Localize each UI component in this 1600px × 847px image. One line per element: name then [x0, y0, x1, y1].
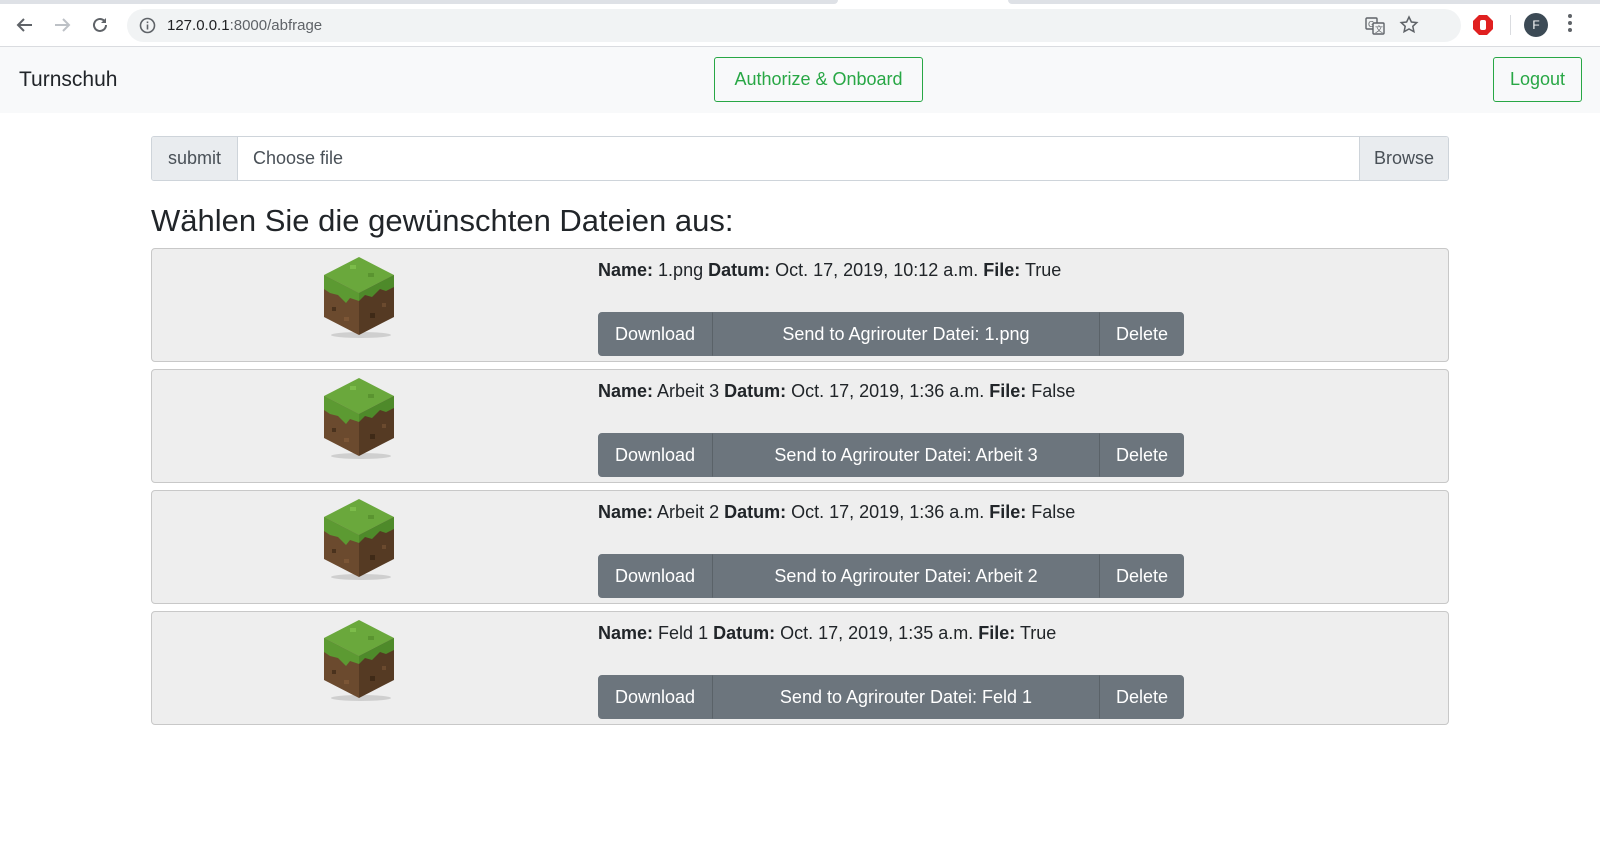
logout-button[interactable]: Logout: [1493, 57, 1582, 102]
delete-button[interactable]: Delete: [1100, 312, 1184, 356]
svg-text:G: G: [1368, 20, 1374, 29]
send-to-agrirouter-button[interactable]: Send to Agrirouter Datei: Arbeit 3: [712, 433, 1100, 477]
file-list: Name: 1.png Datum: Oct. 17, 2019, 10:12 …: [151, 248, 1449, 732]
file-actions: Download Send to Agrirouter Datei: 1.png…: [598, 312, 1184, 356]
file-meta: Name: Arbeit 3 Datum: Oct. 17, 2019, 1:3…: [598, 381, 1075, 402]
file-upload-group: submit Choose file Browse: [151, 136, 1449, 181]
site-info-icon[interactable]: [139, 17, 156, 39]
file-name: Feld 1: [658, 623, 709, 643]
page-title: Wählen Sie die gewünschten Dateien aus:: [151, 203, 734, 238]
file-flag-label: File:: [989, 381, 1027, 401]
file-date: Oct. 17, 2019, 10:12 a.m.: [775, 260, 979, 280]
url-host: 127.0.0.1: [167, 17, 230, 34]
profile-avatar[interactable]: F: [1524, 13, 1548, 37]
tab-left[interactable]: [0, 0, 838, 4]
translate-icon[interactable]: G文: [1365, 16, 1385, 41]
back-icon[interactable]: [12, 12, 38, 38]
grass-block-thumbnail: [320, 255, 398, 339]
name-label: Name:: [598, 260, 654, 280]
file-actions: Download Send to Agrirouter Datei: Feld …: [598, 675, 1184, 719]
send-to-agrirouter-button[interactable]: Send to Agrirouter Datei: Arbeit 2: [712, 554, 1100, 598]
download-button[interactable]: Download: [598, 675, 712, 719]
file-input[interactable]: Choose file: [238, 137, 1359, 180]
file-flag: True: [1024, 260, 1062, 280]
svg-text:文: 文: [1375, 24, 1383, 34]
file-flag-label: File:: [978, 623, 1016, 643]
datum-label: Datum:: [713, 623, 776, 643]
file-name: 1.png: [658, 260, 704, 280]
delete-button[interactable]: Delete: [1100, 554, 1184, 598]
file-flag-label: File:: [983, 260, 1021, 280]
submit-button[interactable]: submit: [152, 137, 238, 180]
file-name: Arbeit 2: [657, 502, 720, 522]
browse-button[interactable]: Browse: [1359, 137, 1448, 180]
file-meta: Name: Arbeit 2 Datum: Oct. 17, 2019, 1:3…: [598, 502, 1075, 523]
download-button[interactable]: Download: [598, 433, 712, 477]
file-date: Oct. 17, 2019, 1:35 a.m.: [780, 623, 974, 643]
send-to-agrirouter-button[interactable]: Send to Agrirouter Datei: 1.png: [712, 312, 1100, 356]
tab-right[interactable]: [1008, 0, 1600, 4]
name-label: Name:: [598, 381, 654, 401]
send-to-agrirouter-button[interactable]: Send to Agrirouter Datei: Feld 1: [712, 675, 1100, 719]
file-date: Oct. 17, 2019, 1:36 a.m.: [791, 502, 985, 522]
datum-label: Datum:: [708, 260, 771, 280]
app-navbar: Turnschuh Authorize & Onboard Logout: [0, 47, 1600, 113]
file-meta: Name: 1.png Datum: Oct. 17, 2019, 10:12 …: [598, 260, 1061, 281]
download-button[interactable]: Download: [598, 312, 712, 356]
forward-icon[interactable]: [49, 12, 75, 38]
file-flag-label: File:: [989, 502, 1027, 522]
delete-button[interactable]: Delete: [1100, 675, 1184, 719]
name-label: Name:: [598, 502, 654, 522]
download-button[interactable]: Download: [598, 554, 712, 598]
name-label: Name:: [598, 623, 654, 643]
file-meta: Name: Feld 1 Datum: Oct. 17, 2019, 1:35 …: [598, 623, 1056, 644]
browser-menu-icon[interactable]: [1567, 14, 1573, 36]
browser-toolbar: 127.0.0.1:8000/abfrage G文 F: [0, 0, 1600, 47]
toolbar-separator: [1510, 15, 1511, 35]
authorize-onboard-button[interactable]: Authorize & Onboard: [714, 57, 923, 102]
grass-block-thumbnail: [320, 376, 398, 460]
file-date: Oct. 17, 2019, 1:36 a.m.: [791, 381, 985, 401]
file-actions: Download Send to Agrirouter Datei: Arbei…: [598, 554, 1184, 598]
file-card: Name: Feld 1 Datum: Oct. 17, 2019, 1:35 …: [151, 611, 1449, 725]
url-path: :8000/abfrage: [229, 17, 323, 34]
adblock-extension-icon[interactable]: [1472, 14, 1494, 41]
tab-strip: [0, 0, 1600, 8]
file-flag: True: [1019, 623, 1057, 643]
bookmark-star-icon[interactable]: [1399, 15, 1419, 40]
grass-block-thumbnail: [320, 497, 398, 581]
file-flag: False: [1031, 381, 1076, 401]
reload-icon[interactable]: [87, 12, 113, 38]
file-card: Name: Arbeit 3 Datum: Oct. 17, 2019, 1:3…: [151, 369, 1449, 483]
file-name: Arbeit 3: [657, 381, 720, 401]
delete-button[interactable]: Delete: [1100, 433, 1184, 477]
datum-label: Datum:: [724, 502, 787, 522]
file-card: Name: 1.png Datum: Oct. 17, 2019, 10:12 …: [151, 248, 1449, 362]
brand-title[interactable]: Turnschuh: [19, 68, 117, 92]
file-flag: False: [1031, 502, 1076, 522]
grass-block-thumbnail: [320, 618, 398, 702]
url-text[interactable]: 127.0.0.1:8000/abfrage: [167, 17, 322, 34]
file-actions: Download Send to Agrirouter Datei: Arbei…: [598, 433, 1184, 477]
address-bar[interactable]: 127.0.0.1:8000/abfrage G文: [127, 9, 1461, 42]
datum-label: Datum:: [724, 381, 787, 401]
file-card: Name: Arbeit 2 Datum: Oct. 17, 2019, 1:3…: [151, 490, 1449, 604]
